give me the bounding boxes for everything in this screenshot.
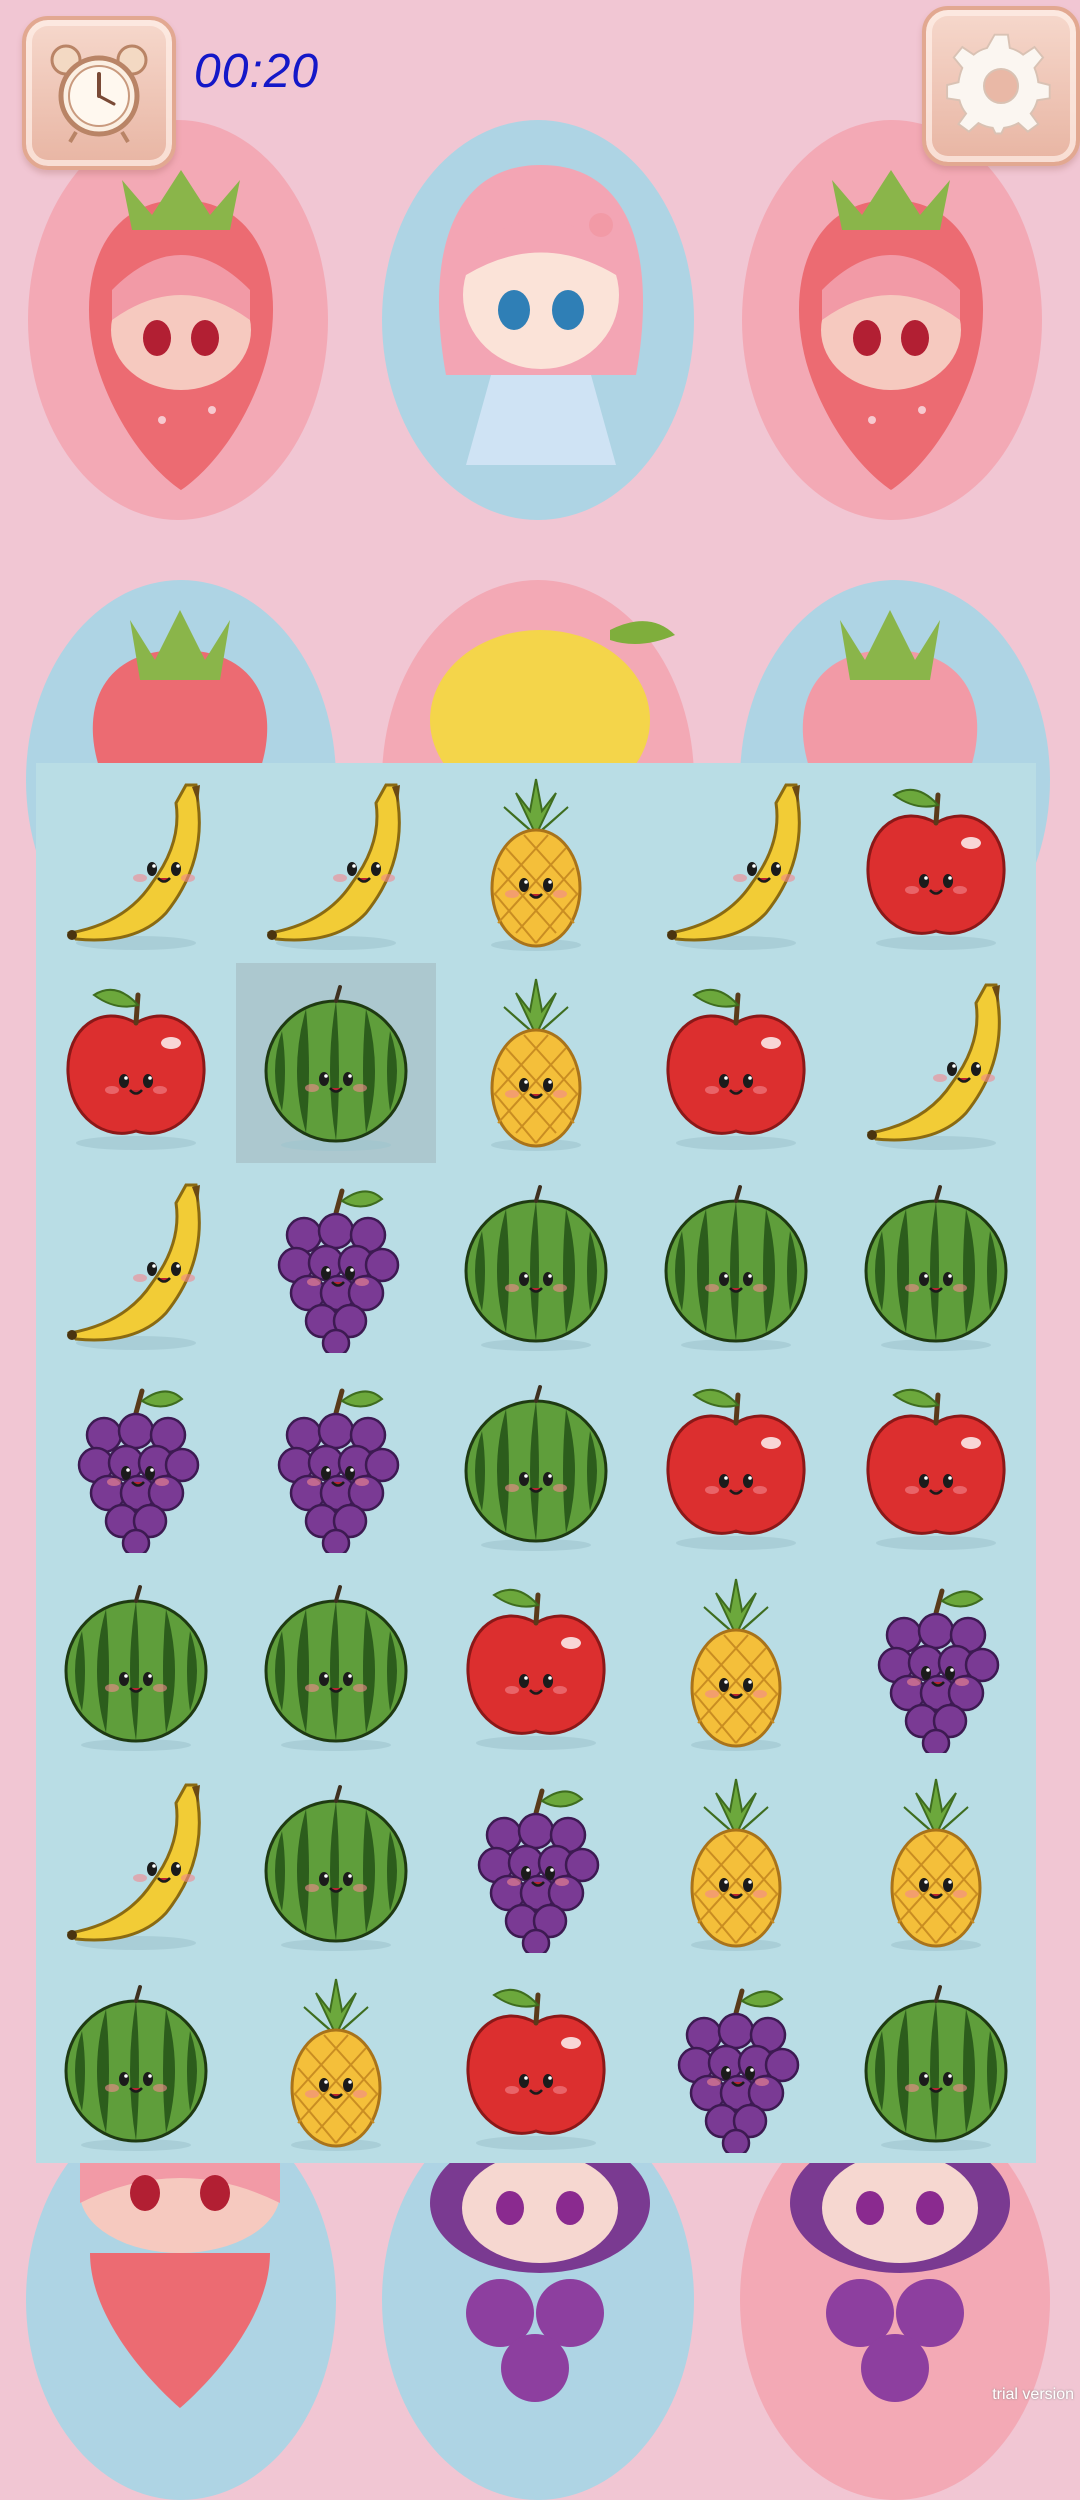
watermelon-icon <box>664 1185 808 1351</box>
gear-icon <box>946 33 1051 135</box>
board-cell-2-2[interactable] <box>436 1163 636 1363</box>
watermelon-icon <box>464 1185 608 1351</box>
bg-strawberry-top <box>92 610 268 770</box>
banana-icon <box>66 1183 201 1350</box>
board-cell-4-3[interactable] <box>636 1563 836 1763</box>
game-board <box>36 763 1036 2163</box>
board-cell-5-4[interactable] <box>836 1763 1036 1963</box>
board-cell-1-3[interactable] <box>636 963 836 1163</box>
banana-icon <box>66 783 201 950</box>
bg-girl-character <box>406 145 676 505</box>
watermelon-icon <box>64 1585 208 1751</box>
board-cell-0-4[interactable] <box>836 763 1036 963</box>
board-cell-0-1[interactable] <box>236 763 436 963</box>
grapes-icon <box>277 1188 400 1353</box>
pineapple-icon <box>690 1778 782 1951</box>
board-cell-4-0[interactable] <box>36 1563 236 1763</box>
board-cell-5-2[interactable] <box>436 1763 636 1963</box>
pineapple-icon <box>290 1978 382 2151</box>
watermark: trial version <box>992 2386 1074 2403</box>
watermelon-icon <box>464 1385 608 1551</box>
board-cell-5-1[interactable] <box>236 1763 436 1963</box>
board-cell-6-4[interactable] <box>836 1963 1036 2163</box>
apple-icon <box>666 988 806 1150</box>
watermelon-icon <box>864 1985 1008 2151</box>
board-cell-5-0[interactable] <box>36 1763 236 1963</box>
board-cell-6-1[interactable] <box>236 1963 436 2163</box>
watermelon-icon <box>264 1785 408 1951</box>
pineapple-icon <box>490 778 582 951</box>
banana-icon <box>66 1783 201 1950</box>
board-cell-6-3[interactable] <box>636 1963 836 2163</box>
board-cell-3-2[interactable] <box>436 1363 636 1563</box>
board-cell-2-1[interactable] <box>236 1163 436 1363</box>
grapes-icon <box>677 1988 800 2153</box>
board-cell-6-0[interactable] <box>36 1963 236 2163</box>
apple-icon <box>666 1388 806 1550</box>
pineapple-icon <box>490 978 582 1151</box>
watermelon-icon <box>264 1585 408 1751</box>
grapes-icon <box>877 1588 1000 1753</box>
board-cell-0-0[interactable] <box>36 763 236 963</box>
alarm-button[interactable] <box>22 16 176 170</box>
timer-display: 00:20 <box>194 45 320 98</box>
banana-icon <box>666 783 801 950</box>
board-cell-5-3[interactable] <box>636 1763 836 1963</box>
board-cell-1-2[interactable] <box>436 963 636 1163</box>
apple-icon <box>866 1388 1006 1550</box>
board-cell-2-3[interactable] <box>636 1163 836 1363</box>
board-cell-3-4[interactable] <box>836 1363 1036 1563</box>
banana-icon <box>866 983 1001 1150</box>
watermelon-icon <box>864 1185 1008 1351</box>
apple-icon <box>866 788 1006 950</box>
board-cell-1-1[interactable] <box>236 963 436 1163</box>
bg-lemon-top <box>430 621 675 770</box>
bg-grape-girl-bottom <box>790 2163 1010 2402</box>
board-cell-3-1[interactable] <box>236 1363 436 1563</box>
board-cell-1-4[interactable] <box>836 963 1036 1163</box>
apple-icon <box>466 1588 606 1750</box>
grapes-icon <box>77 1388 200 1553</box>
board-cell-0-2[interactable] <box>436 763 636 963</box>
pineapple-icon <box>690 1578 782 1751</box>
grapes-icon <box>477 1788 600 1953</box>
alarm-clock-icon <box>50 44 148 144</box>
bg-strawberry-character <box>62 160 300 500</box>
watermelon-icon <box>64 1985 208 2151</box>
pineapple-icon <box>890 1778 982 1951</box>
settings-button[interactable] <box>922 6 1080 166</box>
apple-icon <box>466 1988 606 2150</box>
board-cell-1-0[interactable] <box>36 963 236 1163</box>
board-cell-4-1[interactable] <box>236 1563 436 1763</box>
grapes-icon <box>277 1388 400 1553</box>
board-cell-3-0[interactable] <box>36 1363 236 1563</box>
bg-grape-girl-bottom <box>430 2163 650 2402</box>
board-cell-3-3[interactable] <box>636 1363 836 1563</box>
apple-icon <box>66 988 206 1150</box>
bg-strawberry-character <box>772 160 1010 500</box>
board-cell-0-3[interactable] <box>636 763 836 963</box>
watermelon-icon <box>264 985 408 1151</box>
board-cell-2-4[interactable] <box>836 1163 1036 1363</box>
board-cell-2-0[interactable] <box>36 1163 236 1363</box>
bg-strawberry-girl-bottom <box>80 2163 280 2408</box>
board-cell-4-4[interactable] <box>836 1563 1036 1763</box>
board-cell-4-2[interactable] <box>436 1563 636 1763</box>
board-cell-6-2[interactable] <box>436 1963 636 2163</box>
bg-strawberry-top <box>802 610 978 770</box>
banana-icon <box>266 783 401 950</box>
